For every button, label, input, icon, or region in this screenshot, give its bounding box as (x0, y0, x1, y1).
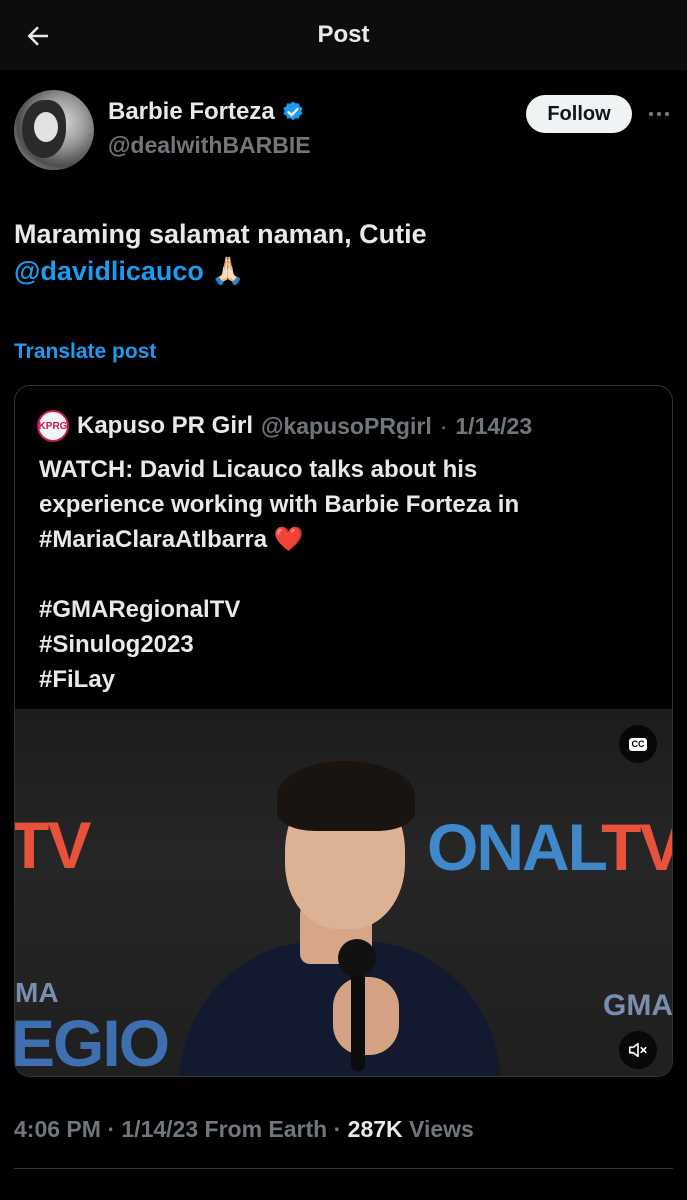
page-title: Post (317, 21, 370, 48)
hashtag-link[interactable]: #FiLay (39, 662, 649, 697)
microphone (338, 939, 376, 977)
quoted-text-line: #MariaClaraAtIbarra ❤️ (39, 526, 304, 553)
verified-badge-icon (281, 100, 305, 124)
separator-dot: · (439, 412, 448, 439)
views-count[interactable]: 287K (348, 1116, 403, 1142)
captions-button[interactable]: CC (619, 725, 657, 763)
more-options-button[interactable] (642, 100, 676, 128)
backdrop-logo-text: ONALTV (427, 810, 672, 884)
backdrop-logo-text: EGIO (15, 1006, 170, 1077)
author-display-name[interactable]: Barbie Forteza (108, 98, 275, 126)
post-time[interactable]: 4:06 PM (14, 1116, 101, 1142)
post-text-line: Maraming salamat naman, Cutie (14, 219, 427, 249)
post-metadata: 4:06 PM · 1/14/23 From Earth · 287K View… (14, 1116, 474, 1142)
more-horizontal-icon (648, 111, 670, 117)
translate-post-link[interactable]: Translate post (14, 340, 156, 364)
post-source: From Earth (204, 1116, 328, 1142)
closed-captions-icon: CC (629, 737, 647, 751)
mention-link[interactable]: @davidlicauco (14, 256, 204, 286)
author-handle[interactable]: @dealwithBARBIE (108, 132, 311, 159)
mute-toggle-button[interactable] (619, 1031, 657, 1069)
author-avatar[interactable] (14, 90, 94, 170)
quoted-post-text: WATCH: David Licauco talks about his exp… (39, 452, 649, 697)
quoted-author-avatar: KPRG (37, 410, 69, 442)
post-body: Maraming salamat naman, Cutie @davidlica… (14, 216, 674, 290)
speaker-muted-icon (628, 1042, 647, 1058)
hashtag-link[interactable]: #Sinulog2023 (39, 627, 649, 662)
quoted-post-header: KPRG Kapuso PR Girl @kapusoPRgirl · 1/14… (37, 410, 532, 442)
quoted-author-name: Kapuso PR Girl (77, 412, 254, 439)
backdrop-logo-text: TV (15, 808, 91, 882)
praying-hands-emoji: 🙏🏻 (211, 256, 246, 286)
back-button[interactable] (20, 18, 56, 54)
post-author-header: Barbie Forteza @dealwithBARBIE Follow (14, 88, 674, 174)
quoted-author-handle: @kapusoPRgirl (261, 412, 432, 439)
post-date[interactable]: 1/14/23 (121, 1116, 198, 1142)
divider (14, 1168, 673, 1169)
quoted-post-card[interactable]: KPRG Kapuso PR Girl @kapusoPRgirl · 1/14… (14, 385, 673, 1077)
arrow-left-icon (27, 26, 48, 46)
quoted-text-line: experience working with Barbie Forteza i… (39, 491, 520, 518)
author-name-block: Barbie Forteza @dealwithBARBIE (108, 98, 311, 159)
quoted-text-line: WATCH: David Licauco talks about his (39, 456, 478, 483)
quoted-post-date: 1/14/23 (455, 412, 533, 439)
views-label: Views (409, 1116, 474, 1142)
backdrop-logo-text: GMA (603, 989, 673, 1022)
follow-button[interactable]: Follow (526, 95, 632, 133)
top-bar: Post (0, 0, 687, 70)
video-player[interactable]: TV ONALTV MA EGIO GMA CC (15, 709, 673, 1077)
hashtag-link[interactable]: #GMARegionalTV (39, 592, 649, 627)
